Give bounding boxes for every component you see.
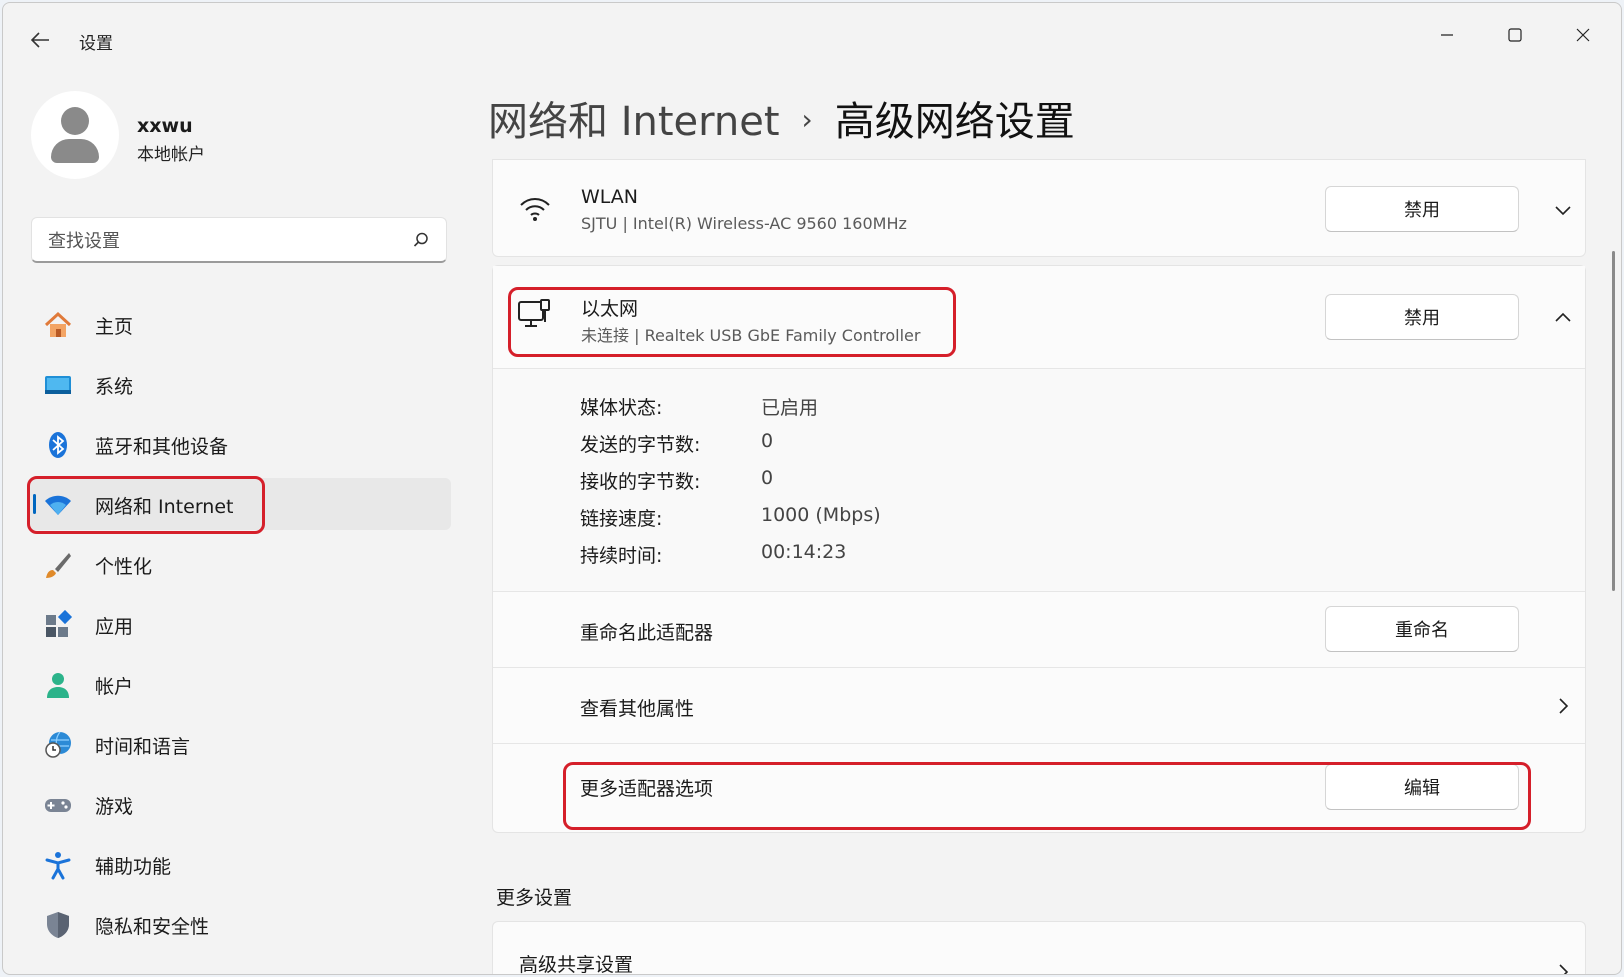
wlan-name: WLAN	[581, 186, 639, 208]
chevron-right-icon	[1559, 698, 1569, 714]
chevron-down-icon[interactable]	[1553, 200, 1573, 220]
property-value: 00:14:23	[761, 541, 847, 563]
highlight-box-network	[27, 476, 265, 534]
advanced-sharing-row[interactable]: 高级共享设置	[492, 921, 1586, 975]
minimize-button[interactable]	[1425, 17, 1469, 53]
search-icon	[413, 232, 428, 247]
sidebar-item-time-language[interactable]: 时间和语言	[27, 718, 451, 770]
shield-icon	[47, 912, 69, 938]
wifi-icon	[520, 198, 550, 221]
property-label: 发送的字节数:	[580, 434, 701, 456]
person-icon	[47, 673, 69, 698]
sidebar-item-accounts[interactable]: 帐户	[27, 658, 451, 710]
apps-icon	[46, 610, 73, 637]
property-value: 0	[761, 430, 774, 452]
chevron-up-icon[interactable]	[1553, 308, 1573, 328]
ethernet-disable-button[interactable]: 禁用	[1325, 294, 1519, 340]
sidebar-item-system[interactable]: 系统	[27, 358, 451, 410]
sidebar-item-label: 隐私和安全性	[95, 916, 210, 938]
rename-adapter-row: 重命名此适配器 重命名	[493, 592, 1585, 667]
property-label: 接收的字节数:	[580, 471, 701, 493]
property-value: 已启用	[761, 397, 819, 419]
display-icon	[45, 376, 71, 394]
back-button[interactable]	[25, 25, 55, 55]
sidebar-item-label: 帐户	[95, 676, 134, 698]
breadcrumb-separator: ›	[801, 103, 813, 136]
app-title: 设置	[79, 34, 113, 54]
sidebar-nav: 主页 系统 蓝牙和其他设备 网络和 Internet 个性化 应用 帐户 时间和…	[27, 298, 451, 958]
search-input[interactable]	[46, 218, 400, 264]
breadcrumb-parent[interactable]: 网络和 Internet	[488, 99, 780, 145]
sidebar-item-privacy[interactable]: 隐私和安全性	[27, 898, 451, 950]
property-label: 链接速度:	[580, 508, 663, 530]
sidebar-item-label: 应用	[95, 616, 134, 638]
sidebar-item-label: 辅助功能	[95, 856, 172, 878]
profile-account-type: 本地帐户	[137, 145, 205, 165]
profile-name: xxwu	[137, 115, 193, 137]
globe-clock-icon	[45, 731, 71, 758]
sidebar-item-label: 系统	[95, 376, 134, 398]
wlan-adapter-card[interactable]: WLAN SJTU | Intel(R) Wireless-AC 9560 16…	[492, 159, 1586, 257]
close-icon	[1576, 28, 1590, 42]
more-settings-title: 更多设置	[496, 887, 573, 909]
avatar-head	[61, 107, 89, 135]
rename-adapter-label: 重命名此适配器	[580, 622, 714, 644]
maximize-button[interactable]	[1493, 17, 1537, 53]
gamepad-icon	[45, 799, 71, 812]
sidebar-item-label: 时间和语言	[95, 736, 191, 758]
settings-window: 设置 xxwu 本地帐户 主页 系统 蓝牙和其他设备	[2, 2, 1622, 975]
sidebar-item-apps[interactable]: 应用	[27, 598, 451, 650]
breadcrumb: 网络和 Internet › 高级网络设置	[488, 89, 1075, 147]
wlan-detail: SJTU | Intel(R) Wireless-AC 9560 160MHz	[581, 214, 907, 233]
sidebar-item-accessibility[interactable]: 辅助功能	[27, 838, 451, 890]
sidebar-item-label: 游戏	[95, 796, 134, 818]
sidebar-item-label: 蓝牙和其他设备	[95, 436, 229, 458]
view-more-properties-label: 查看其他属性	[580, 698, 695, 720]
view-more-properties-row[interactable]: 查看其他属性	[493, 668, 1585, 743]
maximize-icon	[1508, 28, 1522, 42]
property-value: 0	[761, 467, 774, 489]
highlight-box-more-options	[563, 762, 1531, 830]
page-title: 高级网络设置	[834, 99, 1075, 145]
title-bar: 设置	[3, 3, 1621, 73]
property-label: 持续时间:	[580, 545, 663, 567]
highlight-box-ethernet	[508, 287, 956, 357]
home-icon	[44, 311, 72, 337]
sidebar-item-bluetooth[interactable]: 蓝牙和其他设备	[27, 418, 451, 470]
sidebar-item-label: 主页	[95, 316, 134, 338]
rename-button[interactable]: 重命名	[1325, 606, 1519, 652]
brush-icon	[46, 553, 71, 578]
sidebar-item-label: 个性化	[95, 556, 153, 578]
ethernet-properties: 媒体状态: 已启用 发送的字节数: 0 接收的字节数: 0 链接速度: 1000…	[493, 369, 1585, 591]
wlan-disable-button[interactable]: 禁用	[1325, 186, 1519, 232]
sidebar-item-personalization[interactable]: 个性化	[27, 538, 451, 590]
avatar[interactable]	[31, 91, 119, 179]
property-label: 媒体状态:	[580, 397, 663, 419]
bluetooth-icon	[49, 432, 67, 458]
sidebar-item-home[interactable]: 主页	[27, 298, 451, 350]
sidebar-item-gaming[interactable]: 游戏	[27, 778, 451, 830]
minimize-icon	[1441, 34, 1453, 36]
arrow-left-icon	[30, 32, 49, 48]
chevron-right-icon	[1559, 964, 1569, 974]
avatar-body	[51, 139, 99, 163]
advanced-sharing-label: 高级共享设置	[519, 954, 634, 975]
scrollbar[interactable]	[1612, 251, 1615, 591]
property-value: 1000 (Mbps)	[761, 504, 881, 526]
close-button[interactable]	[1561, 17, 1605, 53]
accessibility-icon	[45, 852, 71, 880]
search-box[interactable]	[31, 217, 447, 264]
